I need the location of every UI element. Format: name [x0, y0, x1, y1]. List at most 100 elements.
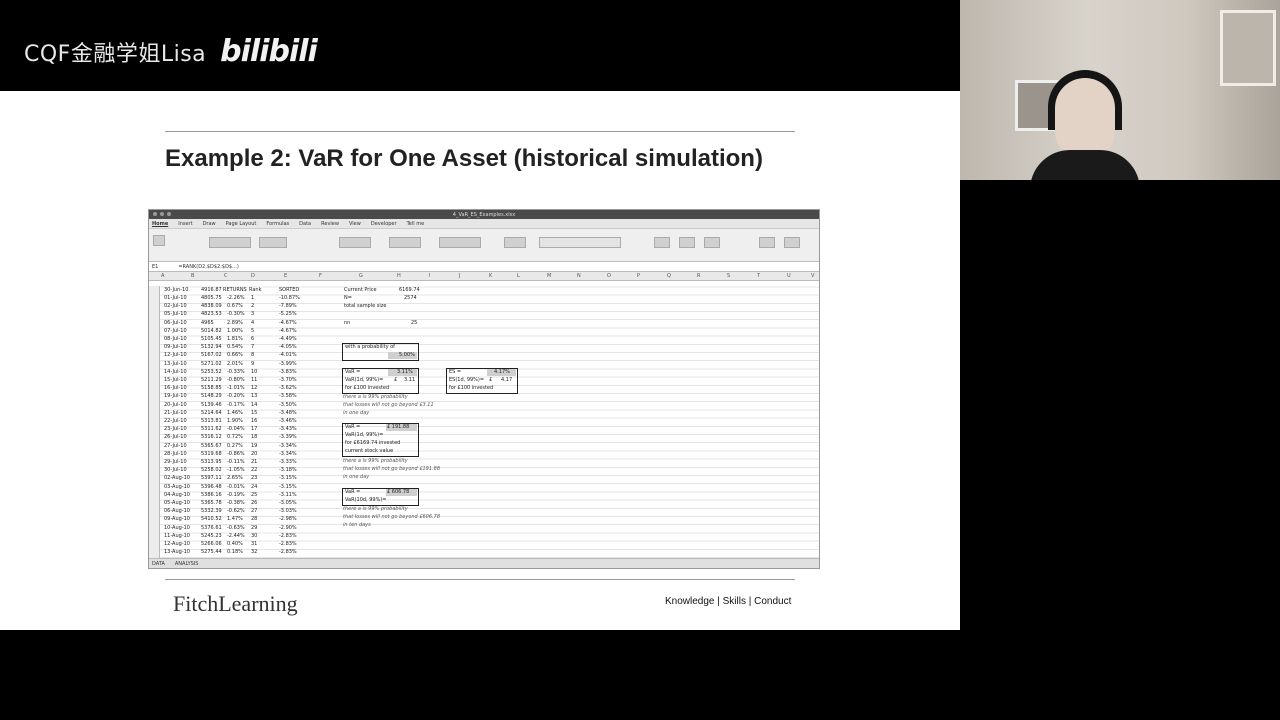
- column-header[interactable]: C: [224, 273, 228, 279]
- row-date: 22-Jul-10: [164, 418, 187, 424]
- delete-icon[interactable]: [679, 237, 695, 248]
- row-price: 5316.12: [201, 434, 222, 441]
- header-returns: RETURNS: [223, 287, 247, 293]
- row-date: 20-Jul-10: [164, 401, 187, 408]
- format-icon[interactable]: [704, 237, 720, 248]
- cell-reference[interactable]: E1: [152, 264, 158, 270]
- var1-note1: there a is 99% probability: [343, 394, 408, 400]
- conditional-formatting-icon[interactable]: [504, 237, 526, 248]
- sort-filter-icon[interactable]: [759, 237, 775, 248]
- tab-review[interactable]: Review: [321, 221, 339, 227]
- row-rank: 8: [251, 352, 255, 359]
- row-price: 5211.29: [201, 377, 222, 383]
- column-header[interactable]: R: [697, 273, 700, 279]
- formula-input[interactable]: =RANK(D2,$D$2:$D$...): [178, 264, 238, 270]
- row-price: 5245.23: [201, 532, 222, 539]
- column-header[interactable]: H: [397, 273, 401, 279]
- column-header[interactable]: N: [577, 273, 581, 279]
- excel-window-title: 4_VaR_ES_Examples.xlsx: [452, 211, 516, 218]
- column-header[interactable]: S: [727, 273, 730, 279]
- font-select[interactable]: [209, 237, 251, 248]
- row-price: 5014.82: [201, 327, 222, 334]
- insert-icon[interactable]: [654, 237, 670, 248]
- sheet-tab-analysis[interactable]: ANALYSIS: [175, 561, 199, 567]
- tab-developer[interactable]: Developer: [371, 221, 397, 227]
- tab-data[interactable]: Data: [299, 221, 311, 227]
- tab-page-layout[interactable]: Page Layout: [226, 221, 257, 227]
- row-sorted: -3.11%: [279, 491, 297, 498]
- tab-draw[interactable]: Draw: [203, 221, 216, 227]
- row-sorted: -3.50%: [279, 401, 297, 408]
- row-return: 2.89%: [227, 319, 243, 326]
- column-header[interactable]: T: [757, 273, 760, 279]
- tab-insert[interactable]: Insert: [178, 221, 192, 227]
- column-header[interactable]: K: [489, 273, 492, 279]
- wrap-text-icon[interactable]: [389, 237, 421, 248]
- row-date: 07-Jul-10: [164, 327, 187, 334]
- row-date: 09-Jul-10: [164, 344, 187, 351]
- row-return: 0.66%: [227, 352, 243, 359]
- column-header[interactable]: V: [811, 273, 814, 279]
- column-header[interactable]: U: [787, 273, 791, 279]
- column-header[interactable]: O: [607, 273, 611, 279]
- row-price: 5365.78: [201, 500, 222, 506]
- column-header[interactable]: M: [547, 273, 551, 279]
- row-rank: 7: [251, 344, 255, 351]
- row-return: -0.86%: [227, 450, 245, 457]
- var1-line3: for £100 invested: [345, 385, 390, 391]
- channel-name: CQF金融学姐Lisa: [24, 41, 207, 67]
- row-date: 21-Jul-10: [164, 409, 187, 416]
- spreadsheet-screenshot: 4_VaR_ES_Examples.xlsx Home Insert Draw …: [148, 209, 820, 569]
- row-rank: 22: [251, 467, 258, 474]
- column-header[interactable]: F: [319, 273, 322, 279]
- column-header[interactable]: D: [251, 273, 255, 279]
- row-sorted: -3.18%: [279, 467, 297, 474]
- row-return: 0.67%: [227, 303, 243, 310]
- tab-view[interactable]: View: [349, 221, 361, 227]
- row-return: 0.54%: [227, 344, 243, 351]
- font-size-select[interactable]: [259, 237, 287, 248]
- cell-styles-gallery[interactable]: [539, 237, 621, 248]
- column-header[interactable]: J: [459, 273, 460, 279]
- sheet-tab-data[interactable]: DATA: [152, 561, 165, 567]
- find-select-icon[interactable]: [784, 237, 800, 248]
- paste-icon[interactable]: [153, 235, 165, 246]
- presentation-slide: Example 2: VaR for One Asset (historical…: [0, 91, 960, 630]
- ribbon-tabs: Home Insert Draw Page Layout Formulas Da…: [149, 219, 819, 229]
- row-return: -0.20%: [227, 393, 245, 400]
- row-return: 1.81%: [227, 336, 243, 342]
- row-sorted: -7.89%: [279, 303, 297, 310]
- column-header[interactable]: P: [637, 273, 640, 279]
- var3-value: £ 606.78: [387, 489, 410, 495]
- brand-tagline: Knowledge | Skills | Conduct: [665, 596, 792, 607]
- row-price: 5266.06: [201, 541, 222, 547]
- column-header[interactable]: A: [161, 273, 164, 279]
- alignment-icon[interactable]: [339, 237, 371, 248]
- row-return: -0.62%: [227, 508, 245, 515]
- row-sorted: -2.83%: [279, 532, 297, 539]
- column-header[interactable]: G: [359, 273, 363, 279]
- brand-logo: FitchLearning: [173, 591, 298, 616]
- tab-formulas[interactable]: Formulas: [266, 221, 289, 227]
- row-sorted: -2.98%: [279, 516, 297, 523]
- row-rank: 23: [251, 475, 258, 482]
- column-header[interactable]: I: [429, 273, 430, 279]
- row-sorted: -5.25%: [279, 311, 297, 318]
- row-date: 02-Jul-10: [164, 303, 187, 310]
- row-sorted: -4.01%: [279, 352, 297, 359]
- row-return: 0.27%: [227, 442, 243, 449]
- number-format-select[interactable]: [439, 237, 481, 248]
- row-rank: 31: [251, 541, 258, 547]
- cell-grid[interactable]: [149, 286, 819, 558]
- column-header[interactable]: L: [517, 273, 520, 279]
- row-sorted: -4.67%: [279, 319, 297, 326]
- row-rank: 26: [251, 500, 258, 506]
- tab-home[interactable]: Home: [152, 221, 168, 227]
- column-header[interactable]: E: [284, 273, 287, 279]
- column-header[interactable]: B: [191, 273, 194, 279]
- column-header[interactable]: Q: [667, 273, 671, 279]
- channel-watermark: CQF金融学姐Lisa bilibili: [24, 34, 318, 69]
- tab-tell-me[interactable]: Tell me: [407, 221, 425, 227]
- row-rank: 14: [251, 401, 258, 408]
- row-price: 5397.11: [201, 475, 222, 482]
